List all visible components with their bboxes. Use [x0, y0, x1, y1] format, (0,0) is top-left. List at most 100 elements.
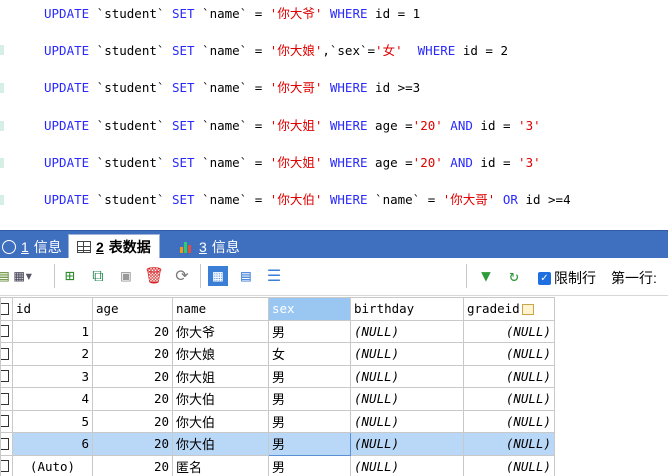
sql-line[interactable]: UPDATE `student` SET `name` = '你大伯' WHER… — [44, 191, 571, 209]
table-row[interactable]: 4 20 你大伯男 (NULL) (NULL) — [0, 387, 668, 411]
cell-name[interactable]: 你大伯 — [172, 432, 269, 456]
tab-table-data[interactable]: 2 表数据 — [68, 234, 160, 259]
table-row[interactable]: 1 20 你大爷男 (NULL) (NULL) — [0, 319, 668, 343]
cell-sex[interactable]: 女 — [268, 342, 351, 366]
column-header-label: name — [176, 301, 207, 317]
add-row-icon[interactable]: ⊞ — [60, 266, 80, 286]
sql-line[interactable]: UPDATE `student` SET `name` = '你大爷' WHER… — [44, 5, 420, 23]
tab-label: 信息 — [211, 238, 240, 255]
column-header-sex[interactable]: sex — [268, 297, 351, 321]
sql-text: id = — [472, 155, 519, 170]
grid-header-row: id age name sex birthday gradeid — [0, 297, 668, 321]
cell-name[interactable]: 你大娘 — [172, 342, 269, 366]
cell-birthday[interactable]: (NULL) — [350, 319, 464, 343]
cell-age[interactable]: 20 — [92, 319, 173, 343]
cell-age[interactable]: 20 — [92, 454, 173, 476]
cell-birthday[interactable]: (NULL) — [350, 364, 464, 388]
cell-sex[interactable]: 男 — [268, 364, 351, 388]
row-checkbox[interactable] — [0, 387, 13, 411]
cell-age[interactable]: 20 — [92, 387, 173, 411]
tab-info-3[interactable]: 3 信息 — [172, 234, 248, 259]
sql-keyword: SET — [171, 155, 195, 170]
cell-gradeid[interactable]: (NULL) — [463, 432, 555, 456]
cell-gradeid[interactable]: (NULL) — [463, 319, 555, 343]
row-checkbox[interactable] — [0, 454, 13, 476]
cell-id[interactable]: 4 — [12, 387, 93, 411]
refresh-data-icon[interactable]: ⟳ — [172, 266, 192, 286]
column-header-age[interactable]: age — [92, 297, 173, 321]
cell-name[interactable]: 匿名 — [172, 454, 269, 476]
cell-birthday[interactable]: (NULL) — [350, 342, 464, 366]
table-row[interactable]: 6 20 你大伯男 (NULL) (NULL) — [0, 432, 668, 456]
row-checkbox[interactable] — [0, 432, 13, 456]
tab-info-1[interactable]: 1 信息 — [0, 234, 70, 259]
sql-line[interactable]: UPDATE `student` SET `name` = '你大哥' WHER… — [44, 79, 420, 97]
sql-line[interactable]: UPDATE `student` SET `name` = '你大姐' WHER… — [44, 154, 541, 172]
cell-age[interactable]: 20 — [92, 409, 173, 433]
cell-sex[interactable]: 男 — [268, 319, 351, 343]
row-filler — [554, 410, 668, 433]
row-checkbox[interactable] — [0, 342, 13, 366]
cell-gradeid[interactable]: (NULL) — [463, 364, 555, 388]
header-filler — [554, 297, 668, 320]
cell-name[interactable]: 你大伯 — [172, 387, 269, 411]
duplicate-row-icon[interactable]: ⧉ — [88, 266, 108, 286]
cell-name[interactable]: 你大爷 — [172, 319, 269, 343]
cell-gradeid[interactable]: (NULL) — [463, 342, 555, 366]
sql-line[interactable]: UPDATE `student` SET `name` = '你大娘',`sex… — [44, 42, 508, 60]
row-checkbox[interactable] — [0, 319, 13, 343]
cell-sex[interactable]: 男 — [268, 387, 351, 411]
column-header-gradeid[interactable]: gradeid — [463, 297, 555, 321]
select-all-checkbox[interactable] — [0, 297, 13, 321]
sql-keyword: UPDATE — [44, 80, 90, 95]
row-checkbox[interactable] — [0, 364, 13, 388]
cell-id[interactable]: 5 — [12, 409, 93, 433]
sql-text: id >=3 — [367, 80, 421, 95]
cell-birthday[interactable]: (NULL) — [350, 387, 464, 411]
table-row[interactable]: 3 20 你大姐男 (NULL) (NULL) — [0, 364, 668, 388]
sql-text: `student` — [89, 43, 172, 58]
cell-birthday[interactable]: (NULL) — [350, 454, 464, 476]
delete-icon[interactable]: 🗑 — [144, 266, 164, 286]
table-row[interactable]: (Auto) 20 匿名男 (NULL) (NULL) — [0, 454, 668, 476]
save-icon[interactable]: ▣ — [116, 266, 136, 286]
cell-gradeid[interactable]: (NULL) — [463, 454, 555, 476]
cell-id[interactable]: 3 — [12, 364, 93, 388]
filter-icon[interactable]: ▼ — [476, 266, 496, 286]
table-row[interactable]: 2 20 你大娘女 (NULL) (NULL) — [0, 342, 668, 366]
sql-string: '你大姐' — [269, 155, 323, 170]
export-icon[interactable]: ▤ — [0, 266, 14, 286]
cell-age[interactable]: 20 — [92, 432, 173, 456]
cell-id[interactable]: 2 — [12, 342, 93, 366]
cell-birthday[interactable]: (NULL) — [350, 409, 464, 433]
cell-sex[interactable]: 男 — [268, 409, 351, 433]
reset-filter-icon[interactable]: ↻ — [504, 266, 524, 286]
text-view-icon[interactable]: ☰ — [264, 266, 284, 286]
foreign-key-icon[interactable] — [521, 304, 534, 316]
cell-gradeid[interactable]: (NULL) — [463, 409, 555, 433]
grid-view-icon[interactable]: ▦ — [208, 266, 228, 286]
table-options-icon[interactable]: ▦▾ — [14, 266, 34, 286]
sql-text: id = — [472, 118, 519, 133]
checkbox-checked-icon[interactable]: ✓ — [538, 271, 551, 285]
cell-id[interactable]: 1 — [12, 319, 93, 343]
sql-line[interactable]: UPDATE `student` SET `name` = '你大姐' WHER… — [44, 117, 541, 135]
cell-birthday[interactable]: (NULL) — [350, 432, 464, 456]
sql-editor[interactable]: UPDATE `student` SET `name` = '你大爷' WHER… — [0, 0, 668, 224]
limit-rows-toggle[interactable]: ✓ 限制行 — [538, 268, 596, 288]
column-header-id[interactable]: id — [12, 297, 93, 321]
table-row[interactable]: 5 20 你大伯男 (NULL) (NULL) — [0, 409, 668, 433]
cell-age[interactable]: 20 — [92, 364, 173, 388]
cell-name[interactable]: 你大姐 — [172, 364, 269, 388]
cell-id[interactable]: (Auto) — [12, 454, 93, 476]
cell-id[interactable]: 6 — [12, 432, 93, 456]
cell-sex[interactable]: 男 — [268, 454, 351, 476]
row-checkbox[interactable] — [0, 409, 13, 433]
column-header-name[interactable]: name — [172, 297, 269, 321]
column-header-birthday[interactable]: birthday — [350, 297, 464, 321]
form-view-icon[interactable]: ▤ — [236, 266, 256, 286]
cell-name[interactable]: 你大伯 — [172, 409, 269, 433]
cell-gradeid[interactable]: (NULL) — [463, 387, 555, 411]
cell-sex[interactable]: 男 — [268, 432, 351, 456]
cell-age[interactable]: 20 — [92, 342, 173, 366]
